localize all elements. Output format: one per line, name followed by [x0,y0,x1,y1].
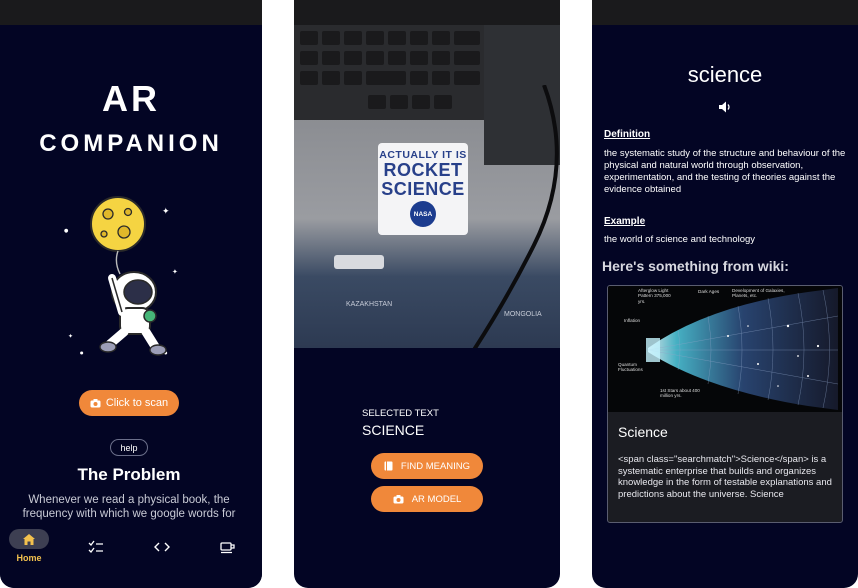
book-icon [384,461,393,471]
click-to-scan-button[interactable]: Click to scan [79,390,179,416]
problem-title: The Problem [77,465,181,484]
rocket-science-sticker: ACTUALLY IT IS ROCKET SCIENCE NASA [378,143,468,235]
app-title-line1: AR [102,78,160,119]
definition-heading: Definition [604,129,651,140]
status-bar [0,0,262,25]
svg-text:✦: ✦ [162,207,170,217]
astronaut-moon-illustration: ✦ ✦ ● ✦ ● ● [64,196,178,356]
map-label-kazakhstan: KAZAKHSTAN [346,301,393,308]
laptop-foot [334,255,384,269]
looked-up-word: science [687,62,763,87]
find-meaning-label: FIND MEANING [400,460,471,472]
nav-home[interactable]: Home [9,529,49,563]
svg-text:●: ● [64,228,69,234]
camera-icon [90,398,101,407]
wiki-card[interactable]: Afterglow Light Pattern 375,000 yrs. Dar… [607,285,843,523]
map-label-mongolia: MONGOLIA [504,311,542,318]
bottom-navigation: Home [0,527,262,588]
app-title-line2: COMPANION [39,130,223,157]
image-label-inflation: Inflation [624,318,641,323]
example-text: the world of science and technology [604,234,756,245]
sticker-line2: ROCKET [383,160,463,180]
example-heading: Example [604,216,646,227]
image-label-afterglow: Afterglow Light Pattern 375,000 yrs. [638,288,671,304]
coffee-icon[interactable] [220,539,236,555]
selected-text-label: SELECTED TEXT [362,408,439,419]
svg-text:✦: ✦ [172,268,178,276]
camera-icon [393,494,404,503]
nav-home-label: Home [16,553,42,563]
image-label-dark-ages: Dark Ages [698,289,720,294]
svg-text:✦: ✦ [68,333,73,340]
svg-text:●: ● [80,350,84,355]
scan-screen: ACTUALLY IT IS ROCKET SCIENCE NASA KAZAK… [294,0,560,588]
image-label-quantum: Quantum Fluctuations [618,362,643,373]
universe-timeline-image: Afterglow Light Pattern 375,000 yrs. Dar… [608,286,842,412]
sticker-line3: SCIENCE [381,179,465,199]
checklist-icon[interactable] [88,539,104,555]
definition-text: the systematic study of the structure an… [604,148,846,195]
selected-text-value: SCIENCE [362,422,425,438]
find-meaning-button[interactable]: FIND MEANING [371,453,483,479]
ar-model-button[interactable]: AR MODEL [371,486,483,512]
wiki-heading: Here's something from wiki: [602,258,789,274]
status-bar [294,0,560,25]
wiki-text: <span class="searchmatch">Science</span>… [618,454,832,500]
meaning-screen: science Definition the systematic study … [592,0,858,588]
click-to-scan-label: Click to scan [105,397,169,409]
home-screen: AR COMPANION ✦ ✦ ● ✦ ● ● Cli [0,0,262,588]
ar-model-label: AR MODEL [411,493,462,505]
help-button[interactable]: help [110,439,148,456]
image-label-first-stars: 1st Stars about 400 million yrs. [660,388,700,399]
wiki-title: Science [618,424,668,440]
problem-body: Whenever we read a physical book, the fr… [22,494,236,520]
code-icon[interactable] [154,539,170,555]
home-icon [23,533,35,545]
camera-preview[interactable]: ACTUALLY IT IS ROCKET SCIENCE NASA KAZAK… [294,25,560,348]
status-bar [592,0,858,25]
image-label-development: Development of Galaxies, Planets, etc. [732,288,785,299]
speaker-icon[interactable] [718,100,732,114]
nasa-logo: NASA [410,201,436,227]
